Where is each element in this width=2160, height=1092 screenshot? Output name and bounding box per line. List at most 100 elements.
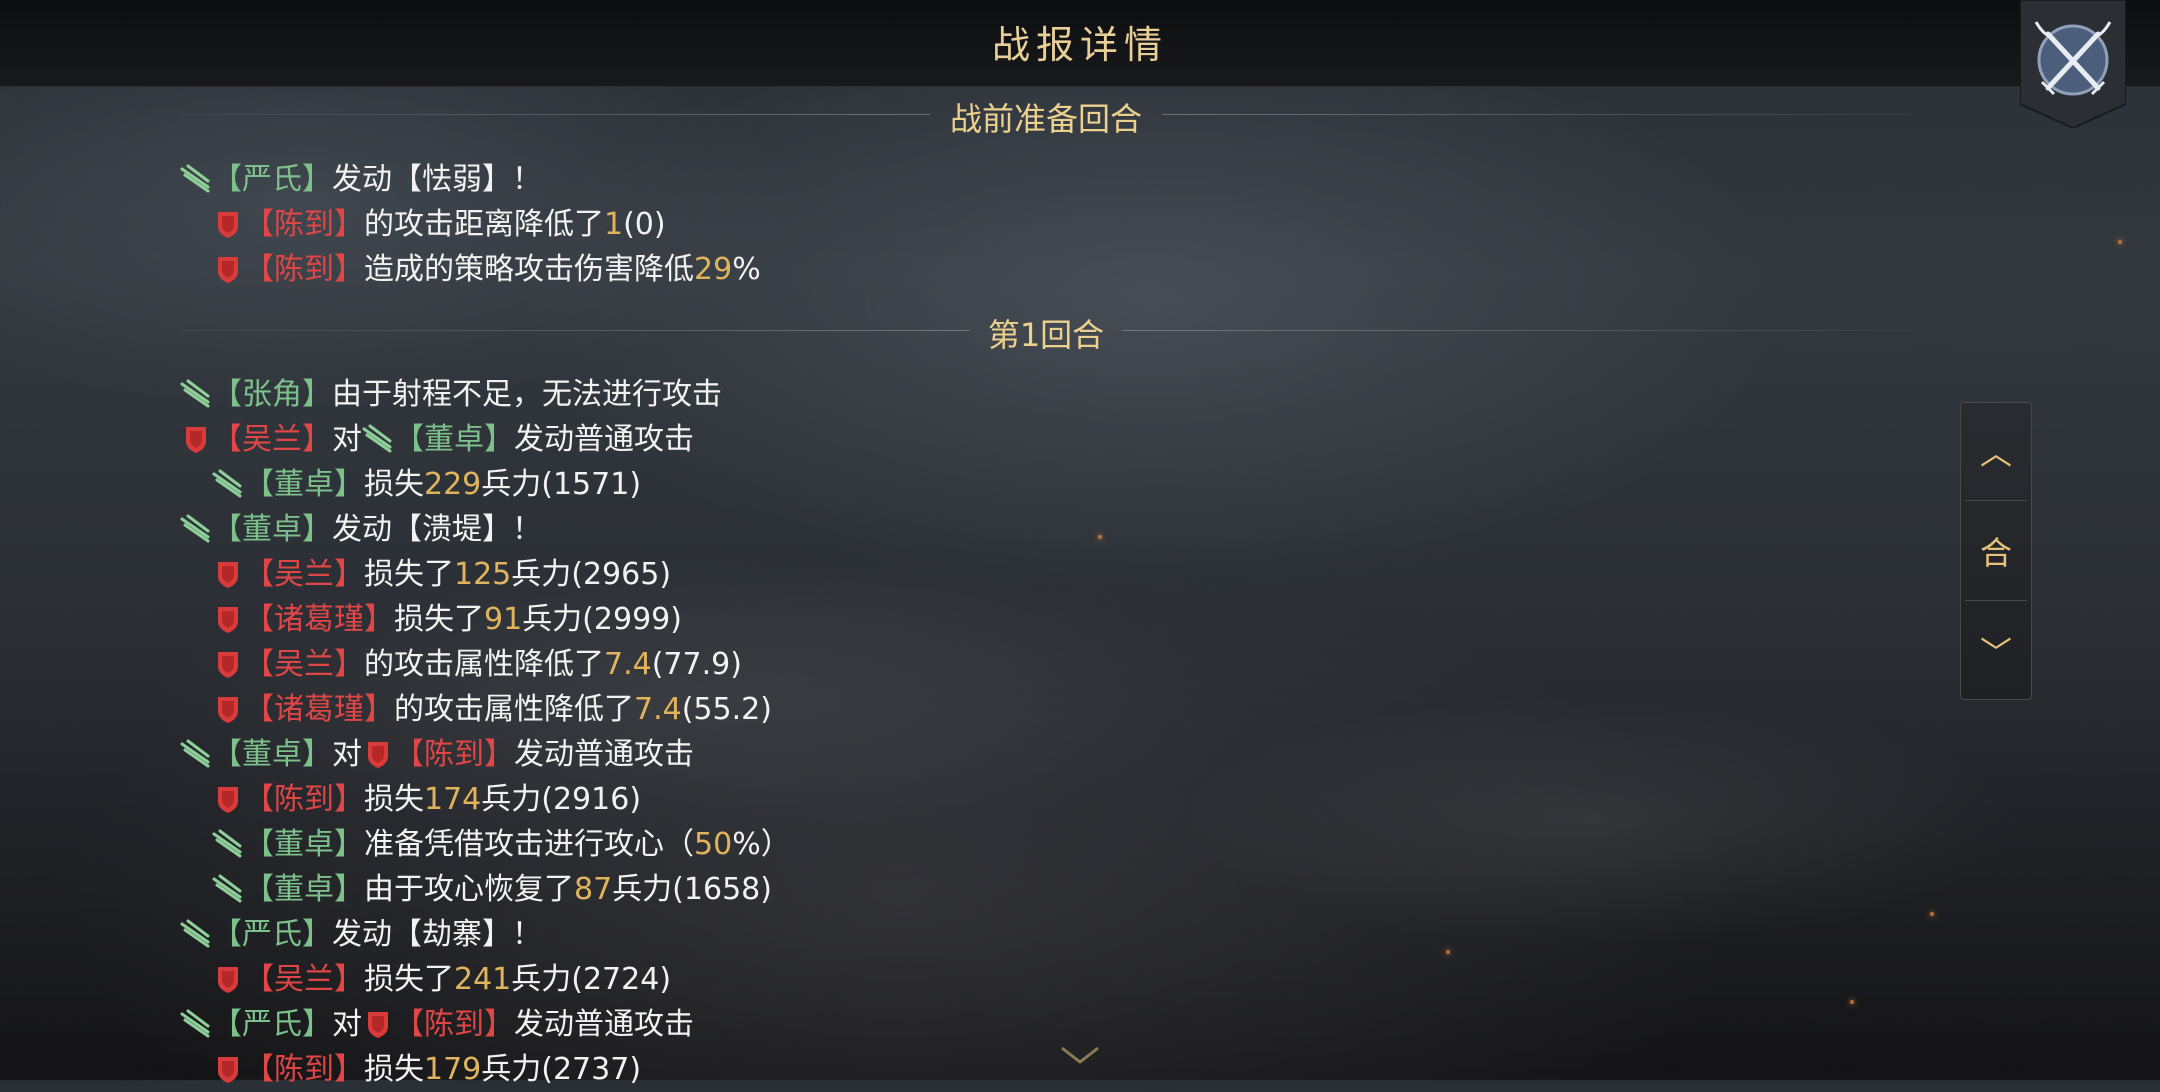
chevron-up-icon: ︿ xyxy=(1979,434,2012,472)
log-text: 损失 xyxy=(364,467,424,502)
divider xyxy=(1122,330,1912,331)
log-entry: 【董卓】由于攻心恢复了87兵力(1658) xyxy=(212,868,772,912)
ally-general-name: 【董卓】 xyxy=(244,872,364,907)
ember-spark xyxy=(1850,1000,1854,1004)
enemy-general-name: 【陈到】 xyxy=(244,1052,364,1087)
log-entry: 【陈到】造成的策略攻击伤害降低29% xyxy=(212,248,761,292)
value-number: 7.4 xyxy=(634,692,682,727)
log-text: 损失了 xyxy=(364,557,454,592)
log-text: % xyxy=(732,252,761,287)
value-number: 91 xyxy=(484,602,523,637)
ally-blades-icon xyxy=(212,874,242,903)
value-number: 174 xyxy=(424,782,482,817)
ally-general-name: 【张角】 xyxy=(212,377,332,412)
enemy-general-name: 【诸葛瑾】 xyxy=(244,692,394,727)
log-text: 发动【劫寨】！ xyxy=(332,917,542,952)
round-navigator: ︿ 合 ﹀ xyxy=(1960,402,2032,700)
ember-spark xyxy=(1930,912,1934,916)
log-text: 损失 xyxy=(364,1052,424,1087)
enemy-shield-icon xyxy=(218,257,238,283)
log-text: 发动【溃堤】！ xyxy=(332,512,542,547)
log-text: 对 xyxy=(332,737,362,772)
log-text: 兵力(1571) xyxy=(481,467,642,502)
ally-general-name: 【严氏】 xyxy=(212,917,332,952)
enemy-shield-icon xyxy=(218,607,238,633)
title-bar: 战报详情 xyxy=(0,0,2160,87)
enemy-shield-icon xyxy=(368,742,388,768)
log-text: 兵力(2965) xyxy=(511,557,672,592)
log-entry: 【陈到】损失174兵力(2916) xyxy=(212,778,641,822)
log-text: 的攻击属性降低了 xyxy=(364,647,604,682)
ember-spark xyxy=(1098,535,1102,539)
log-entry: 【陈到】的攻击距离降低了1(0) xyxy=(212,203,666,247)
value-number: 87 xyxy=(574,872,613,907)
enemy-general-name: 【吴兰】 xyxy=(244,647,364,682)
ally-general-name: 【董卓】 xyxy=(212,737,332,772)
enemy-shield-icon xyxy=(218,967,238,993)
log-entry: 【严氏】对 【陈到】发动普通攻击 xyxy=(180,1003,694,1047)
round-title: 第1回合 xyxy=(987,316,1105,354)
divider xyxy=(1965,600,2027,601)
enemy-general-name: 【诸葛瑾】 xyxy=(244,602,394,637)
log-entry: 【严氏】发动【怯弱】！ xyxy=(180,158,542,202)
value-number: 7.4 xyxy=(604,647,652,682)
log-text: 发动普通攻击 xyxy=(514,737,694,772)
ally-blades-icon xyxy=(180,1009,210,1038)
log-text: 的攻击属性降低了 xyxy=(394,692,634,727)
log-entry: 【董卓】损失229兵力(1571) xyxy=(212,463,641,507)
round-title: 战前准备回合 xyxy=(949,100,1142,138)
ally-general-name: 【董卓】 xyxy=(212,512,332,547)
enemy-general-name: 【陈到】 xyxy=(244,782,364,817)
log-entry: 【严氏】发动【劫寨】！ xyxy=(180,913,542,957)
scroll-more-chevron-icon xyxy=(1061,1046,1099,1064)
log-text: 发动普通攻击 xyxy=(514,1007,694,1042)
log-text: 兵力(1658) xyxy=(612,872,772,907)
previous-round-button[interactable]: ︿ xyxy=(1961,403,2031,499)
divider xyxy=(1162,114,1912,115)
chevron-down-icon: ﹀ xyxy=(1979,634,2012,672)
log-entry: 【诸葛瑾】的攻击属性降低了7.4(55.2) xyxy=(212,688,772,732)
log-text: (0) xyxy=(623,207,666,242)
enemy-general-name: 【吴兰】 xyxy=(244,557,364,592)
enemy-shield-icon xyxy=(218,697,238,723)
ally-blades-icon xyxy=(180,514,210,543)
log-text: 由于射程不足，无法进行攻击 xyxy=(332,377,722,412)
enemy-shield-icon xyxy=(218,212,238,238)
close-button[interactable] xyxy=(2020,0,2126,128)
log-text: 兵力(2724) xyxy=(511,962,672,997)
log-entry: 【董卓】发动【溃堤】！ xyxy=(180,508,542,552)
log-text: 损失 xyxy=(364,782,424,817)
ember-spark xyxy=(2118,240,2122,244)
round-label: 合 xyxy=(1979,534,2012,572)
value-number: 179 xyxy=(424,1052,482,1087)
log-text: 对 xyxy=(332,1007,362,1042)
log-text: 的攻击距离降低了 xyxy=(364,207,604,242)
ally-blades-icon xyxy=(180,164,210,193)
round-header-pre-battle: 战前准备回合 xyxy=(180,88,1912,138)
value-number: 241 xyxy=(454,962,512,997)
log-entry: 【董卓】准备凭借攻击进行攻心（50%） xyxy=(212,823,791,867)
log-text: 损失了 xyxy=(364,962,454,997)
round-select-button[interactable]: 合 xyxy=(1961,503,2031,599)
ally-general-name: 【董卓】 xyxy=(244,467,364,502)
log-entry: 【吴兰】的攻击属性降低了7.4(77.9) xyxy=(212,643,742,687)
divider xyxy=(1965,500,2027,501)
log-entry: 【吴兰】损失了125兵力(2965) xyxy=(212,553,671,597)
log-entry: 【吴兰】损失了241兵力(2724) xyxy=(212,958,671,1002)
enemy-general-name: 【陈到】 xyxy=(394,737,514,772)
ally-blades-icon xyxy=(362,424,392,453)
log-text: 损失了 xyxy=(394,602,484,637)
ally-blades-icon xyxy=(180,379,210,408)
log-text: 由于攻心恢复了 xyxy=(364,872,574,907)
log-entry: 【陈到】损失179兵力(2737) xyxy=(212,1048,641,1092)
next-round-button[interactable]: ﹀ xyxy=(1961,603,2031,699)
enemy-shield-icon xyxy=(218,1057,238,1083)
enemy-general-name: 【陈到】 xyxy=(244,252,364,287)
log-text: 兵力(2737) xyxy=(481,1052,642,1087)
ember-spark xyxy=(1446,950,1450,954)
log-text: 兵力(2916) xyxy=(481,782,642,817)
enemy-shield-icon xyxy=(368,1012,388,1038)
ally-general-name: 【董卓】 xyxy=(244,827,364,862)
log-text: 发动普通攻击 xyxy=(514,422,694,457)
log-entry: 【张角】由于射程不足，无法进行攻击 xyxy=(180,373,722,417)
